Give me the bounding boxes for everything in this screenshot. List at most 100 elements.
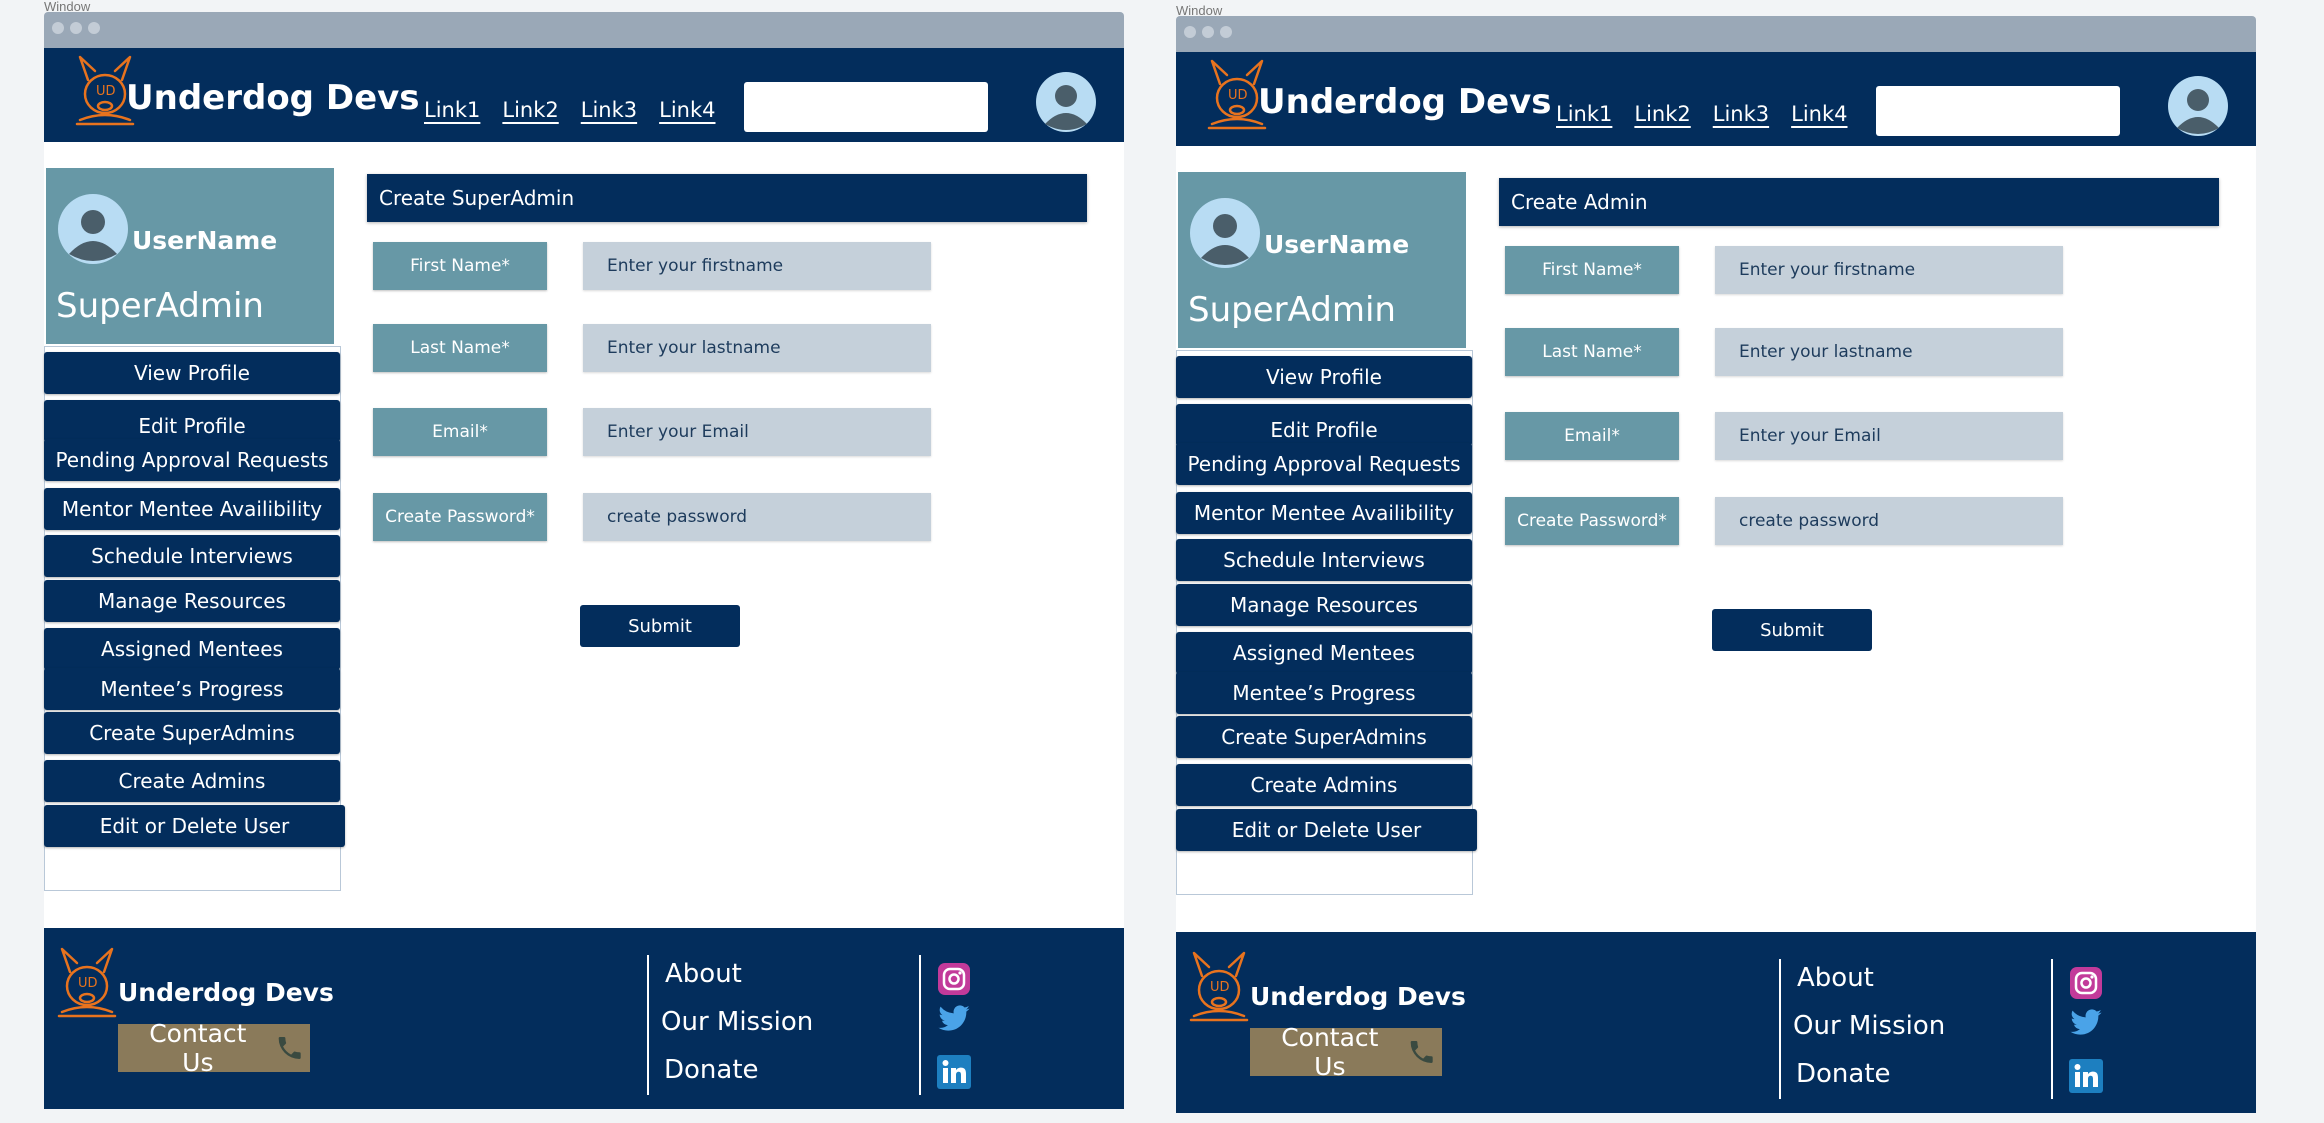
first-name-input[interactable] xyxy=(583,242,931,290)
twitter-icon[interactable] xyxy=(937,1002,971,1036)
username: UserName xyxy=(132,226,278,255)
contact-us-button[interactable]: Contact Us xyxy=(118,1019,310,1077)
footer-divider xyxy=(1779,959,1781,1099)
sidebar-item-pending-approval[interactable]: Pending Approval Requests xyxy=(44,439,340,481)
window-dot[interactable] xyxy=(52,22,64,34)
page-content: UD Underdog Devs Link1 Link2 Link3 Link4 xyxy=(1176,52,2256,1113)
sidebar-item-edit-profile[interactable]: Edit Profile xyxy=(44,400,340,442)
email-label: Email* xyxy=(373,408,547,456)
footer-divider xyxy=(647,955,649,1095)
footer-link-about[interactable]: About xyxy=(665,959,742,989)
footer-link-about[interactable]: About xyxy=(1797,963,1874,993)
footer-link-donate[interactable]: Donate xyxy=(664,1055,759,1085)
footer-divider xyxy=(2051,959,2053,1099)
username: UserName xyxy=(1264,230,1410,259)
linkedin-icon[interactable] xyxy=(937,1055,971,1089)
email-input[interactable] xyxy=(1715,412,2063,460)
last-name-input[interactable] xyxy=(583,324,931,372)
page-content: UD Underdog Devs Link1 Link2 Link3 Link4 xyxy=(44,48,1124,1109)
contact-us-label: Contact Us xyxy=(149,1019,247,1077)
nav-links: Link1 Link2 Link3 Link4 xyxy=(1556,102,1848,126)
sidebar-item-create-superadmins[interactable]: Create SuperAdmins xyxy=(44,712,340,754)
footer: UD Underdog Devs Contact Us About Our Mi… xyxy=(1176,932,2256,1113)
last-name-input[interactable] xyxy=(1715,328,2063,376)
email-input[interactable] xyxy=(583,408,931,456)
form-title: Create SuperAdmin xyxy=(367,174,1087,222)
submit-button[interactable]: Submit xyxy=(580,605,740,647)
nav-link-4[interactable]: Link4 xyxy=(659,98,715,122)
brand-name[interactable]: Underdog Devs xyxy=(1258,82,1552,122)
search-input[interactable] xyxy=(744,82,988,132)
password-input[interactable] xyxy=(583,493,931,541)
nav-link-4[interactable]: Link4 xyxy=(1791,102,1847,126)
sidebar-item-view-profile[interactable]: View Profile xyxy=(44,352,340,394)
footer: UD Underdog Devs Contact Us About Our Mi… xyxy=(44,928,1124,1109)
dog-logo-icon[interactable]: UD xyxy=(1188,950,1250,1022)
profile-avatar-icon xyxy=(58,194,128,264)
sidebar-item-assigned-mentees[interactable]: Assigned Mentees xyxy=(1176,632,1472,674)
user-avatar-icon[interactable] xyxy=(2168,76,2228,136)
instagram-icon[interactable] xyxy=(937,962,971,996)
profile-card: UserName SuperAdmin xyxy=(1178,172,1466,348)
profile-avatar-icon xyxy=(1190,198,1260,268)
search-input[interactable] xyxy=(1876,86,2120,136)
sidebar-item-mentee-progress[interactable]: Mentee’s Progress xyxy=(44,668,340,710)
footer-brand-name[interactable]: Underdog Devs xyxy=(1250,982,1466,1011)
form-title: Create Admin xyxy=(1499,178,2219,226)
sidebar-item-edit-profile[interactable]: Edit Profile xyxy=(1176,404,1472,446)
sidebar-item-schedule-interviews[interactable]: Schedule Interviews xyxy=(1176,539,1472,581)
sidebar-item-manage-resources[interactable]: Manage Resources xyxy=(1176,584,1472,626)
phone-icon xyxy=(278,1036,301,1060)
nav-link-3[interactable]: Link3 xyxy=(1713,102,1769,126)
footer-link-donate[interactable]: Donate xyxy=(1796,1059,1891,1089)
last-name-label: Last Name* xyxy=(1505,328,1679,376)
nav-link-3[interactable]: Link3 xyxy=(581,98,637,122)
twitter-icon[interactable] xyxy=(2069,1006,2103,1040)
email-label: Email* xyxy=(1505,412,1679,460)
nav-link-1[interactable]: Link1 xyxy=(424,98,480,122)
svg-text:UD: UD xyxy=(1210,980,1230,995)
sidebar-item-pending-approval[interactable]: Pending Approval Requests xyxy=(1176,443,1472,485)
sidebar-item-schedule-interviews[interactable]: Schedule Interviews xyxy=(44,535,340,577)
footer-brand-name[interactable]: Underdog Devs xyxy=(118,978,334,1007)
password-label: Create Password* xyxy=(1505,497,1679,545)
last-name-label: Last Name* xyxy=(373,324,547,372)
top-header: UD Underdog Devs Link1 Link2 Link3 Link4 xyxy=(1176,52,2256,146)
instagram-icon[interactable] xyxy=(2069,966,2103,1000)
linkedin-icon[interactable] xyxy=(2069,1059,2103,1093)
sidebar-item-create-admins[interactable]: Create Admins xyxy=(44,760,340,802)
sidebar-item-mentor-availability[interactable]: Mentor Mentee Availibility xyxy=(44,488,340,530)
phone-icon xyxy=(1410,1040,1433,1064)
window-dot[interactable] xyxy=(1184,26,1196,38)
window-dot[interactable] xyxy=(88,22,100,34)
sidebar-item-edit-delete-user[interactable]: Edit or Delete User xyxy=(44,805,345,847)
nav-link-2[interactable]: Link2 xyxy=(502,98,558,122)
window-dot[interactable] xyxy=(1202,26,1214,38)
sidebar-item-assigned-mentees[interactable]: Assigned Mentees xyxy=(44,628,340,670)
brand-name[interactable]: Underdog Devs xyxy=(126,78,420,118)
window-dot[interactable] xyxy=(70,22,82,34)
dog-logo-icon[interactable]: UD xyxy=(56,946,118,1018)
sidebar-item-mentee-progress[interactable]: Mentee’s Progress xyxy=(1176,672,1472,714)
nav-link-1[interactable]: Link1 xyxy=(1556,102,1612,126)
sidebar-item-mentor-availability[interactable]: Mentor Mentee Availibility xyxy=(1176,492,1472,534)
first-name-input[interactable] xyxy=(1715,246,2063,294)
footer-link-mission[interactable]: Our Mission xyxy=(1793,1011,1945,1041)
svg-text:UD: UD xyxy=(96,84,116,99)
top-header: UD Underdog Devs Link1 Link2 Link3 Link4 xyxy=(44,48,1124,142)
nav-link-2[interactable]: Link2 xyxy=(1634,102,1690,126)
sidebar-item-create-superadmins[interactable]: Create SuperAdmins xyxy=(1176,716,1472,758)
password-input[interactable] xyxy=(1715,497,2063,545)
sidebar-item-create-admins[interactable]: Create Admins xyxy=(1176,764,1472,806)
profile-card: UserName SuperAdmin xyxy=(46,168,334,344)
sidebar-item-manage-resources[interactable]: Manage Resources xyxy=(44,580,340,622)
submit-button[interactable]: Submit xyxy=(1712,609,1872,651)
svg-text:UD: UD xyxy=(78,976,98,991)
user-avatar-icon[interactable] xyxy=(1036,72,1096,132)
sidebar-item-view-profile[interactable]: View Profile xyxy=(1176,356,1472,398)
contact-us-button[interactable]: Contact Us xyxy=(1250,1023,1442,1081)
window-dot[interactable] xyxy=(1220,26,1232,38)
window-frame-2: Window UD Underdog Devs Link1 Link2 Link… xyxy=(1176,3,2256,1123)
footer-link-mission[interactable]: Our Mission xyxy=(661,1007,813,1037)
sidebar-item-edit-delete-user[interactable]: Edit or Delete User xyxy=(1176,809,1477,851)
